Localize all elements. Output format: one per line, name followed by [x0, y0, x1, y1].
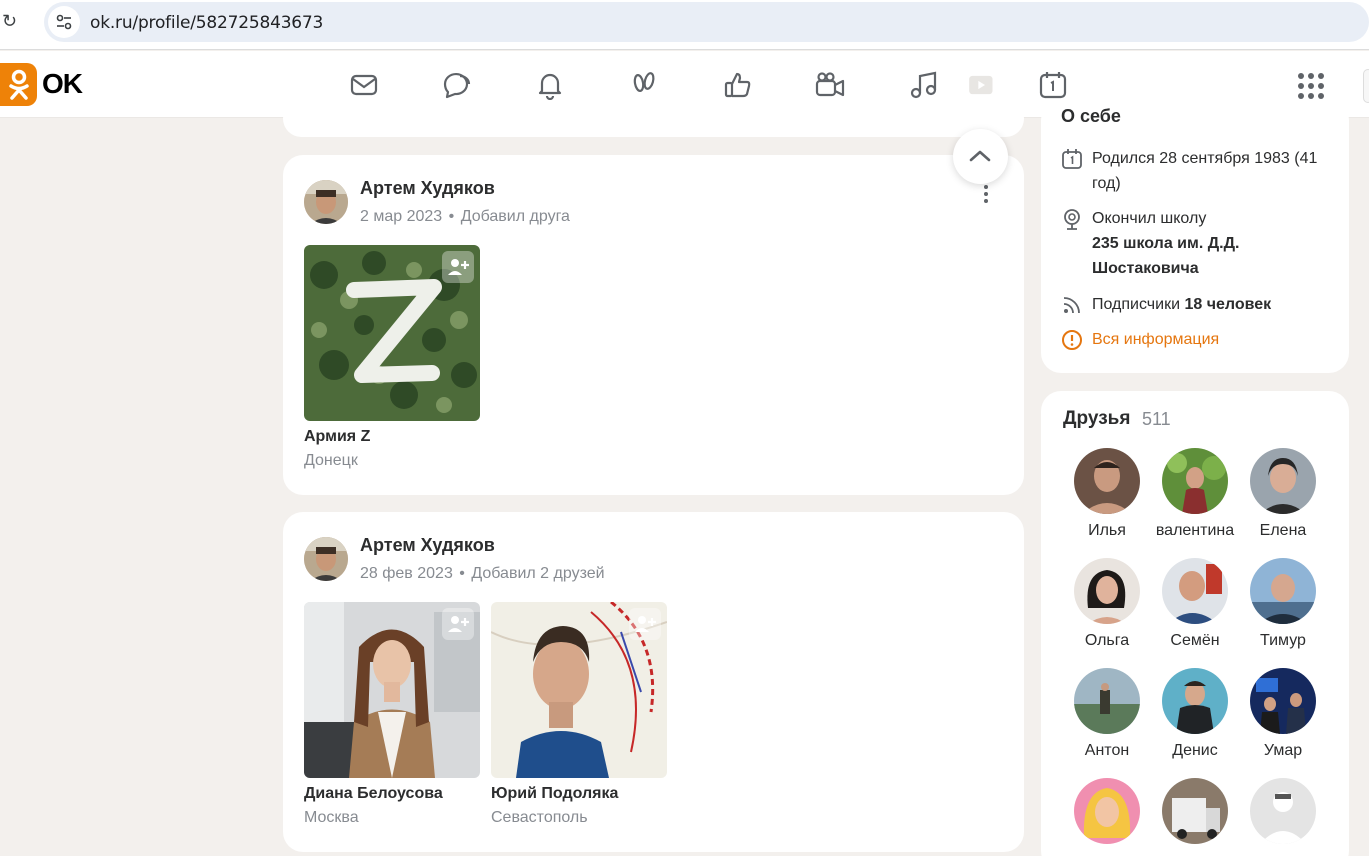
logo-text[interactable]: OK	[42, 68, 83, 100]
friend-name[interactable]: Денис	[1155, 742, 1235, 760]
friend-item-partial[interactable]	[1067, 778, 1147, 844]
messages-icon[interactable]	[349, 70, 379, 100]
previous-feed-card	[283, 100, 1024, 137]
scroll-up-button[interactable]	[953, 129, 1008, 184]
friend-avatar[interactable]	[1074, 558, 1140, 624]
post-author[interactable]: Артем Худяков	[360, 178, 495, 199]
friend-avatar[interactable]	[1162, 558, 1228, 624]
friend-avatar[interactable]	[1074, 448, 1140, 514]
about-card: О себе Родился 28 сентября 1983 (41 год)…	[1041, 100, 1349, 373]
site-settings-icon[interactable]	[48, 6, 80, 38]
friend-city: Севастополь	[491, 809, 588, 826]
friend-item[interactable]: Денис	[1155, 668, 1235, 760]
friend-avatar[interactable]	[1250, 448, 1316, 514]
omnibox[interactable]: ok.ru/profile/582725843673	[44, 2, 1369, 42]
post-action: Добавил друга	[460, 208, 570, 225]
friend-avatar[interactable]	[1162, 668, 1228, 734]
friend-avatar[interactable]	[1074, 778, 1140, 844]
apps-grid-icon[interactable]	[1297, 72, 1325, 100]
friend-item[interactable]: валентина	[1155, 448, 1235, 540]
friend-tile-image[interactable]	[304, 602, 480, 778]
friend-name[interactable]: Армия Z	[304, 428, 370, 446]
friend-name[interactable]: Ольга	[1067, 632, 1147, 650]
friends-title[interactable]: Друзья	[1063, 408, 1130, 430]
school-label: Окончил школу	[1092, 210, 1207, 227]
friend-name[interactable]: Антон	[1067, 742, 1147, 760]
friend-name[interactable]: Юрий Подоляка	[491, 785, 618, 803]
url-text[interactable]: ok.ru/profile/582725843673	[90, 13, 323, 33]
post-author[interactable]: Артем Худяков	[360, 535, 495, 556]
friend-item[interactable]: Елена	[1243, 448, 1323, 540]
friend-item-partial[interactable]	[1155, 778, 1235, 844]
profile-menu-edge[interactable]	[1363, 69, 1369, 103]
music-icon[interactable]	[909, 70, 939, 100]
browser-address-bar: ↻ ok.ru/profile/582725843673	[0, 0, 1369, 50]
info-icon	[1061, 329, 1083, 351]
friends-count[interactable]: 511	[1142, 409, 1171, 430]
friend-item-partial[interactable]	[1243, 778, 1323, 844]
friend-name[interactable]: Елена	[1243, 522, 1323, 540]
post-menu-icon[interactable]	[983, 185, 989, 205]
ok-logo-icon[interactable]	[0, 63, 37, 106]
author-avatar[interactable]	[304, 537, 348, 581]
friend-city: Москва	[304, 809, 359, 826]
author-avatar[interactable]	[304, 180, 348, 224]
post-meta: 2 мар 2023 • Добавил друга	[360, 208, 570, 225]
friend-avatar[interactable]	[1250, 558, 1316, 624]
friend-name[interactable]: Семён	[1155, 632, 1235, 650]
post-date[interactable]: 2 мар 2023	[360, 208, 442, 225]
add-friend-icon[interactable]	[629, 608, 661, 640]
friend-tile-image[interactable]	[491, 602, 667, 778]
feed-post: Артем Худяков 28 фев 2023 • Добавил 2 др…	[283, 512, 1024, 852]
post-action: Добавил 2 друзей	[471, 565, 605, 582]
discussions-icon[interactable]	[442, 70, 472, 100]
feed-post: Артем Худяков 2 мар 2023 • Добавил друга…	[283, 155, 1024, 495]
friend-name[interactable]: Илья	[1067, 522, 1147, 540]
about-heading: О себе	[1061, 106, 1121, 126]
friend-avatar[interactable]	[1162, 778, 1228, 844]
friend-item[interactable]: Антон	[1067, 668, 1147, 760]
reactions-icon[interactable]	[723, 70, 753, 100]
friend-item[interactable]: Тимур	[1243, 558, 1323, 650]
friend-item[interactable]: Ольга	[1067, 558, 1147, 650]
friend-name[interactable]: Тимур	[1243, 632, 1323, 650]
friend-item[interactable]: Умар	[1243, 668, 1323, 760]
friend-tile-image[interactable]	[304, 245, 480, 421]
add-friend-icon[interactable]	[442, 608, 474, 640]
friend-item[interactable]: Илья	[1067, 448, 1147, 540]
followers-count[interactable]: 18 человек	[1184, 296, 1271, 313]
birth-text: Родился 28 сентября 1983 (41 год)	[1092, 150, 1318, 192]
calendar-icon	[1061, 148, 1083, 170]
education-icon	[1061, 208, 1083, 230]
guests-icon[interactable]	[629, 70, 659, 100]
school-name[interactable]: 235 школа им. Д.Д. Шостаковича	[1092, 231, 1262, 281]
friend-name[interactable]: Диана Белоусова	[304, 785, 443, 803]
friend-item[interactable]: Семён	[1155, 558, 1235, 650]
notifications-icon[interactable]	[535, 70, 565, 101]
friend-avatar[interactable]	[1162, 448, 1228, 514]
friend-city: Донецк	[304, 452, 358, 469]
all-info-link[interactable]: Вся информация	[1092, 327, 1342, 352]
friend-name[interactable]: валентина	[1155, 522, 1235, 540]
add-friend-icon[interactable]	[442, 251, 474, 283]
post-date[interactable]: 28 фев 2023	[360, 565, 453, 582]
reload-icon[interactable]: ↻	[2, 11, 22, 31]
rss-icon	[1061, 294, 1083, 316]
friend-name[interactable]: Умар	[1243, 742, 1323, 760]
default-avatar-icon[interactable]	[1250, 778, 1316, 844]
video-icon[interactable]	[815, 70, 845, 100]
friend-avatar[interactable]	[1074, 668, 1140, 734]
followers-label: Подписчики	[1092, 296, 1181, 313]
friends-card: Друзья 511 Илья валентина Елена Ольга Се…	[1041, 391, 1349, 856]
games-icon[interactable]	[965, 70, 995, 100]
events-icon[interactable]	[1038, 70, 1068, 100]
friend-avatar[interactable]	[1250, 668, 1316, 734]
post-meta: 28 фев 2023 • Добавил 2 друзей	[360, 565, 605, 582]
